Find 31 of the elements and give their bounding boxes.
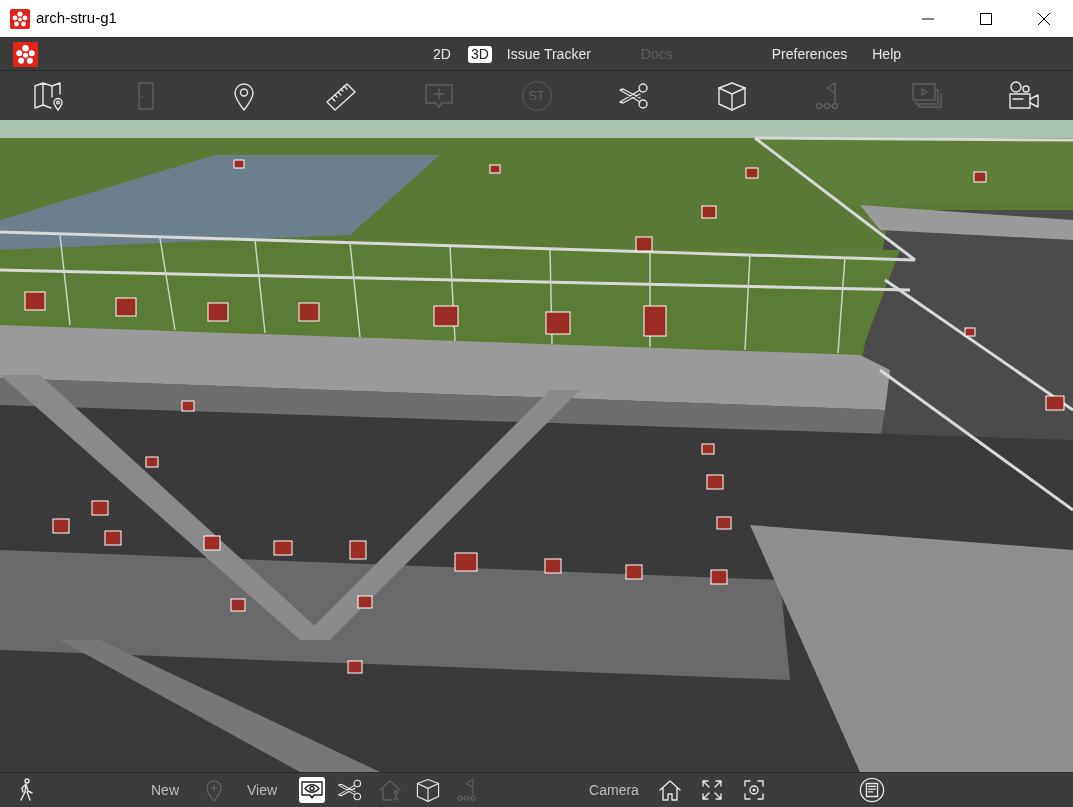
section-label: Camera [589,780,639,800]
video-camera-icon [1008,79,1041,112]
document-circle-button[interactable] [858,777,885,803]
menu-tab[interactable]: 3D [467,45,492,63]
menu-tab[interactable]: Issue Tracker [503,45,594,63]
expand-icon [699,778,724,802]
eye-comment-icon [300,780,325,800]
cube-button[interactable] [715,79,748,112]
section-label: New [151,780,179,800]
app-logo-icon[interactable] [13,41,38,67]
cube-icon [715,79,748,112]
pin-plus-icon [204,778,224,802]
maximize-icon [980,12,992,25]
eye-comment-button[interactable] [299,777,326,803]
document-circle-icon [858,776,885,804]
cube-button[interactable] [415,777,442,803]
scissors-button[interactable] [337,777,364,803]
home-icon [657,778,682,802]
window-title: arch-stru-g1 [36,8,117,29]
house-person-icon [378,778,403,802]
video-camera-button[interactable] [1008,79,1041,112]
section-label: View [247,780,278,800]
menu-tab[interactable]: Help [869,45,905,63]
folded-map-pin-icon [32,79,65,112]
menu-tab[interactable]: 2D [430,45,454,63]
3d-building-view-drawing[interactable] [0,120,1073,772]
folded-map-pin-button[interactable] [32,79,65,112]
focus-target-icon [741,778,766,802]
menu-tab[interactable]: Preferences [768,45,851,63]
app-logo-icon [10,8,30,29]
close-icon [1038,12,1050,25]
